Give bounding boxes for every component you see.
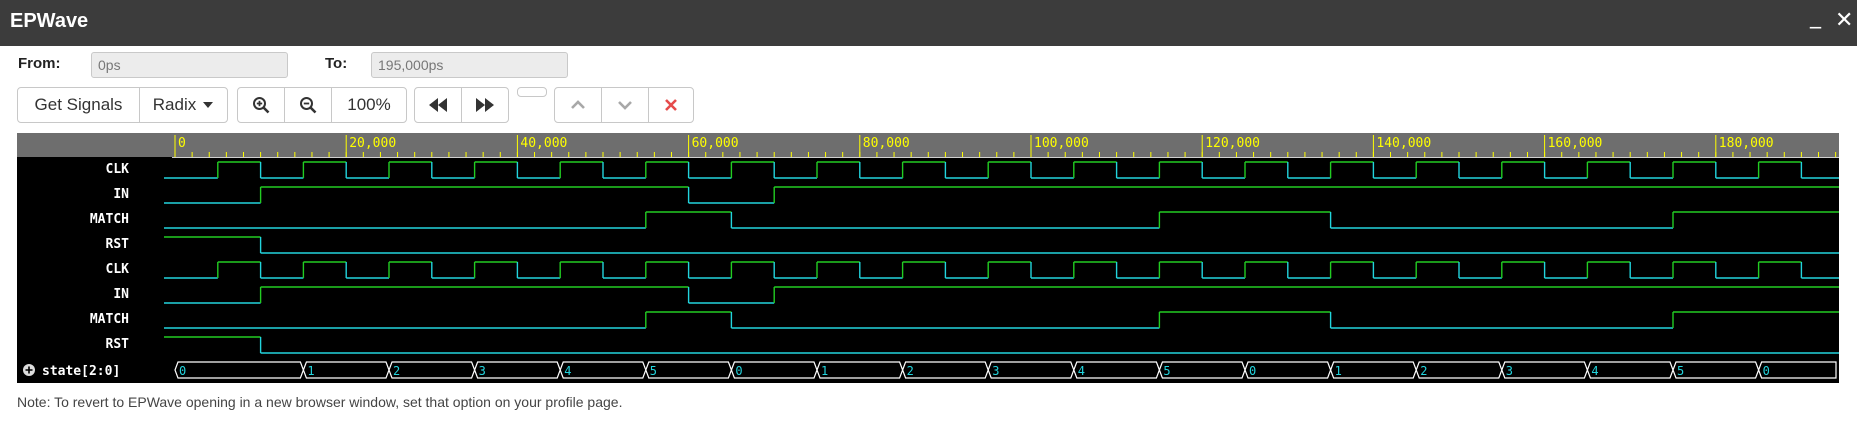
bus-value: 4 xyxy=(1078,364,1085,378)
waveform-viewer[interactable]: 0 20,000 40,000 60,000 80,000 100,000 120,000 1… xyxy=(17,133,1839,383)
fast-forward-icon xyxy=(476,98,494,112)
signal-panel xyxy=(17,157,1839,383)
bus-value: 3 xyxy=(992,364,999,378)
timeline-tick-label: 100,000 xyxy=(1034,136,1089,151)
chevron-down-icon xyxy=(618,101,632,110)
window-title: EPWave xyxy=(10,10,89,32)
timeline-tick-label: 140,000 xyxy=(1376,136,1431,151)
signal-name-rst: RST xyxy=(106,237,130,252)
zoom-in-icon xyxy=(253,97,270,114)
rewind-icon xyxy=(429,98,447,112)
note-text: Note: To revert to EPWave opening in a n… xyxy=(17,394,623,410)
timeline-tick-label: 40,000 xyxy=(520,136,567,151)
bus-value: 0 xyxy=(735,364,742,378)
zoom-level-button[interactable]: 100% xyxy=(331,87,407,123)
bus-value: 5 xyxy=(1163,364,1170,378)
signal-name-match: MATCH xyxy=(90,312,129,327)
bus-value: 3 xyxy=(479,364,486,378)
remove-signal-button[interactable] xyxy=(648,87,694,123)
chevron-up-icon xyxy=(571,100,585,109)
signal-name-match: MATCH xyxy=(90,212,129,227)
radix-label: Radix xyxy=(152,95,197,114)
bus-value: 5 xyxy=(650,364,657,378)
bus-name: state[2:0] xyxy=(42,364,120,379)
zoom-out-icon xyxy=(300,97,317,114)
bus-value: 3 xyxy=(1506,364,1513,378)
bus-value: 1 xyxy=(307,364,314,378)
title-bar: EPWave _ ✕ xyxy=(0,0,1857,46)
bus-value: 0 xyxy=(179,364,186,378)
zoom-level-label: 100% xyxy=(347,95,391,114)
bus-value: 5 xyxy=(1677,364,1684,378)
bus-value: 0 xyxy=(1249,364,1256,378)
bus-value: 4 xyxy=(1591,364,1598,378)
signal-name-in: IN xyxy=(113,287,129,302)
bus-value: 1 xyxy=(1335,364,1342,378)
move-down-button[interactable] xyxy=(601,87,649,123)
timeline-tick-label: 20,000 xyxy=(349,136,396,151)
next-edge-button[interactable] xyxy=(461,87,509,123)
minimize-icon[interactable]: _ xyxy=(1810,4,1821,29)
zoom-in-button[interactable] xyxy=(237,87,285,123)
radix-button[interactable]: Radix xyxy=(139,87,228,123)
marker-button[interactable] xyxy=(517,87,547,97)
to-label: To: xyxy=(325,55,348,72)
close-icon[interactable]: ✕ xyxy=(1835,8,1853,33)
bus-value: 0 xyxy=(1763,364,1770,378)
timeline-tick-label: 160,000 xyxy=(1548,136,1603,151)
bus-value: 2 xyxy=(907,364,914,378)
timeline-tick-label: 80,000 xyxy=(863,136,910,151)
bus-value: 2 xyxy=(393,364,400,378)
from-field[interactable] xyxy=(91,52,288,78)
get-signals-button[interactable]: Get Signals xyxy=(17,87,140,123)
signal-name-in: IN xyxy=(113,187,129,202)
bus-value: 1 xyxy=(821,364,828,378)
from-label: From: xyxy=(18,55,61,72)
timeline-tick-label: 60,000 xyxy=(692,136,739,151)
signal-name-rst: RST xyxy=(106,337,130,352)
caret-down-icon xyxy=(203,102,214,108)
previous-edge-button[interactable] xyxy=(414,87,462,123)
timeline-tick-label: 180,000 xyxy=(1719,136,1774,151)
to-field[interactable] xyxy=(371,52,568,78)
bus-value: 2 xyxy=(1420,364,1427,378)
timeline-tick-label: 0 xyxy=(178,136,186,151)
get-signals-label: Get Signals xyxy=(34,95,123,114)
move-up-button[interactable] xyxy=(554,87,602,123)
timeline-tick-label: 120,000 xyxy=(1205,136,1260,151)
bus-value: 4 xyxy=(564,364,571,378)
zoom-out-button[interactable] xyxy=(284,87,332,123)
signal-name-clk: CLK xyxy=(106,262,130,277)
close-icon xyxy=(665,99,677,111)
signal-name-clk: CLK xyxy=(106,162,130,177)
